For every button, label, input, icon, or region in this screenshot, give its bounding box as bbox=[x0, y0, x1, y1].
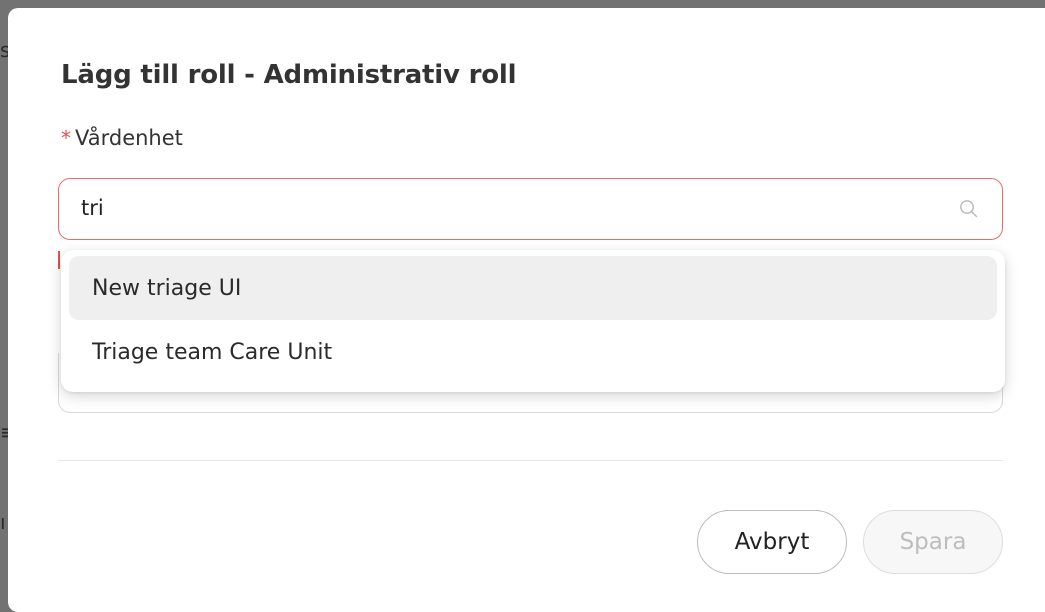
footer-divider bbox=[58, 460, 1003, 461]
save-button[interactable]: Spara bbox=[863, 510, 1003, 574]
search-input-value[interactable]: tri bbox=[81, 196, 104, 220]
care-unit-label: * Vårdenhet bbox=[61, 126, 183, 150]
required-marker: * bbox=[61, 126, 71, 150]
cancel-button[interactable]: Avbryt bbox=[697, 510, 847, 574]
background-glyph: ≡ bbox=[0, 422, 8, 442]
validation-error-marker bbox=[58, 251, 60, 269]
care-unit-dropdown: New triage UI Triage team Care Unit bbox=[61, 250, 1005, 392]
care-unit-label-text: Vårdenhet bbox=[75, 126, 183, 150]
add-role-dialog: Lägg till roll - Administrativ roll * Vår… bbox=[8, 8, 1045, 612]
dialog-title: Lägg till roll - Administrativ roll bbox=[61, 60, 517, 90]
search-icon bbox=[960, 200, 978, 218]
dropdown-option-triage-team-care-unit[interactable]: Triage team Care Unit bbox=[69, 320, 997, 384]
background-glyph: ı bbox=[0, 512, 6, 532]
background-glyph: s bbox=[0, 40, 8, 60]
care-unit-search-input[interactable]: tri bbox=[58, 178, 1003, 240]
dropdown-option-new-triage-ui[interactable]: New triage UI bbox=[69, 256, 997, 320]
